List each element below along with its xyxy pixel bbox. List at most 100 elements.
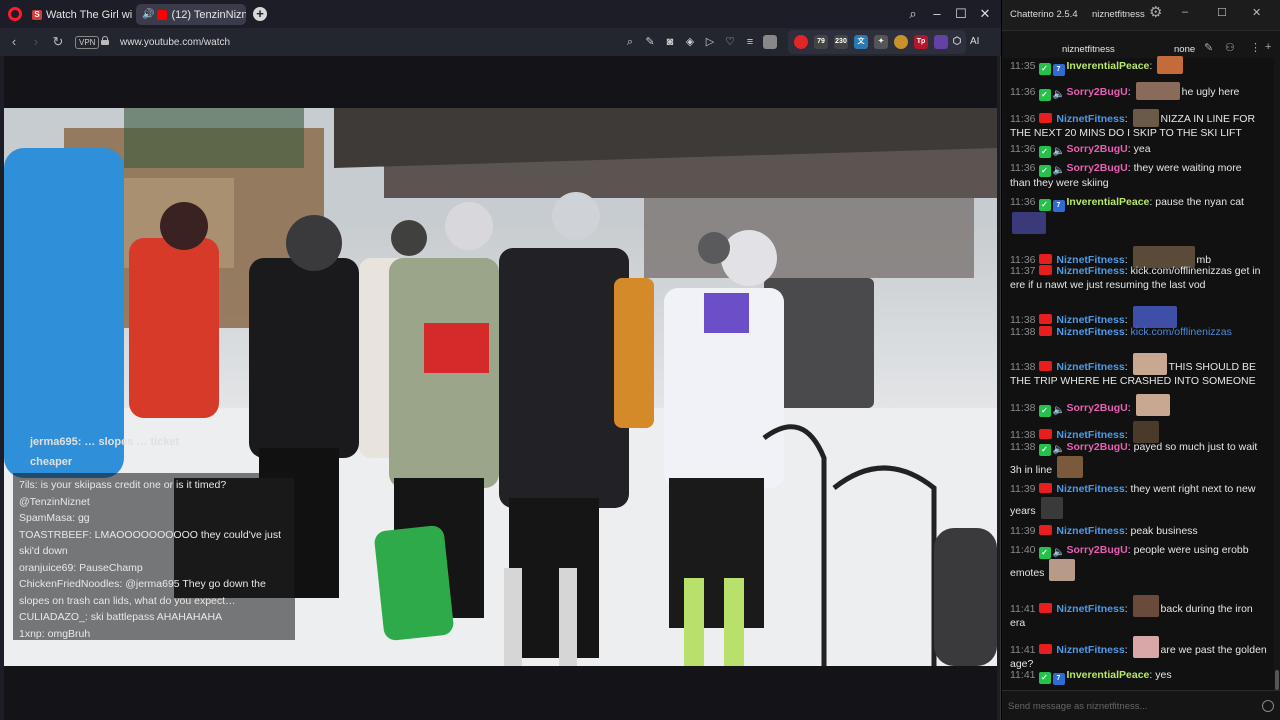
menu-icon[interactable]: ≡ [743, 35, 757, 49]
chat-message[interactable]: 11:39 NiznetFitness: they went right nex… [1010, 483, 1272, 519]
ai-button[interactable]: AI [970, 36, 979, 47]
chat-message[interactable]: 11:38 NiznetFitness: THIS SHOULD BE THE T… [1010, 353, 1272, 389]
account-switcher[interactable]: niznetfitness [1092, 9, 1145, 20]
tp-icon[interactable]: Tp [914, 35, 928, 49]
username[interactable]: Sorry2BugU [1067, 86, 1128, 98]
tab-label: Watch The Girl with the D [46, 8, 132, 21]
username[interactable]: NiznetFitness [1056, 314, 1124, 326]
message-text: NIZZA IN LINE FOR [1160, 113, 1256, 125]
chat-message[interactable]: 11:38 NiznetFitness: [1010, 306, 1272, 328]
url-field[interactable]: www.youtube.com/watch [120, 37, 230, 48]
chat-message[interactable]: 11:38 ✓ 🔈 Sorry2BugU: [1010, 394, 1272, 417]
heart-icon[interactable]: ♡ [723, 35, 737, 49]
edit-icon[interactable]: ✎ [1204, 41, 1213, 54]
vpn-badge[interactable]: VPN [75, 36, 100, 49]
youtube-badge-icon [1038, 265, 1052, 275]
gear-icon[interactable]: ⚙ [1149, 5, 1165, 21]
profile-icon[interactable] [763, 35, 777, 49]
username[interactable]: NiznetFitness [1056, 603, 1124, 615]
minimize-button[interactable]: – [929, 6, 945, 21]
chat-message-list[interactable]: 11:35 ✓ 7 InverentialPeace: 11:36 ✓ 🔈 Sorry2Bu… [1002, 56, 1274, 690]
close-button[interactable]: ✕ [1252, 6, 1261, 19]
channel-name[interactable]: niznetfitness [1062, 44, 1115, 55]
message-text-continued: THE TRIP WHERE HE CRASHED INTO SOMEONE [1010, 375, 1256, 387]
zoom-icon[interactable]: ⌕ [623, 35, 637, 49]
username[interactable]: NiznetFitness [1056, 525, 1124, 537]
maximize-button[interactable]: ☐ [953, 6, 969, 22]
search-tabs-icon[interactable]: ⌕ [905, 6, 921, 22]
youtube-favicon-icon [157, 9, 168, 20]
puzzle-icon[interactable]: ✦ [874, 35, 888, 49]
video-player[interactable]: jerma695: … slopes … ticket cheaper 7ils… [4, 108, 997, 666]
message-link[interactable]: kick.com/offlinenizzas [1131, 326, 1232, 338]
username[interactable]: NiznetFitness [1056, 361, 1124, 373]
extension-badge-230[interactable]: 230 [834, 35, 848, 49]
coin-icon[interactable] [894, 35, 908, 49]
extension-badge-79[interactable]: 79 [814, 35, 828, 49]
chat-message[interactable]: 11:36 NiznetFitness: NIZZA IN LINE FOR TH… [1010, 109, 1272, 141]
youtube-badge-icon [1038, 326, 1052, 336]
cube-icon[interactable]: ⬡ [950, 35, 964, 49]
username[interactable]: Sorry2BugU [1067, 143, 1128, 155]
new-tab-button[interactable]: + [253, 7, 267, 21]
username[interactable]: Sorry2BugU [1067, 441, 1128, 453]
chat-input[interactable]: Send message as niznetfitness... [1002, 690, 1280, 720]
adblock-icon[interactable] [794, 35, 808, 49]
chat-message[interactable]: 11:38 ✓ 🔈 Sorry2BugU: payed so much just to… [1010, 441, 1272, 478]
username[interactable]: InverentialPeace [1067, 669, 1150, 681]
minimize-button[interactable]: – [1182, 6, 1188, 18]
timestamp: 11:38 [1010, 441, 1036, 453]
chat-message[interactable]: 11:39 NiznetFitness: peak business [1010, 525, 1272, 539]
chat-message[interactable]: 11:36 ✓ 7 InverentialPeace: pause the nyan … [1010, 196, 1272, 234]
tab-youtube-active[interactable]: 🔊 (12) TenzinNiznet 2024 [136, 4, 246, 25]
chat-message[interactable]: 11:41 NiznetFitness: are we past the gol… [1010, 636, 1272, 672]
twitch-icon[interactable] [934, 35, 948, 49]
username[interactable]: InverentialPeace [1067, 196, 1150, 208]
add-split-icon[interactable]: + [1265, 41, 1271, 53]
overlay-chat-line: CULIADAZO_: ski battlepass AHAHAHAHA [19, 611, 223, 623]
back-button[interactable]: ‹ [6, 34, 22, 49]
username[interactable]: NiznetFitness [1056, 326, 1124, 338]
close-button[interactable]: ✕ [977, 6, 993, 22]
chat-scrollbar[interactable] [1274, 58, 1280, 690]
scrollbar-thumb[interactable] [1275, 670, 1279, 690]
chat-message[interactable]: 11:41 ✓ 7 InverentialPeace: yes [1010, 669, 1272, 685]
username[interactable]: Sorry2BugU [1067, 544, 1128, 556]
speaker-icon[interactable]: 🔊 [142, 9, 154, 20]
username[interactable]: NiznetFitness [1056, 644, 1124, 656]
chat-message[interactable]: 11:35 ✓ 7 InverentialPeace: [1010, 56, 1272, 76]
shield-icon[interactable]: ◈ [683, 35, 697, 49]
opera-logo-icon[interactable] [8, 7, 22, 21]
camera-icon[interactable]: ◙ [663, 35, 677, 49]
mode-indicator[interactable]: none [1174, 44, 1195, 55]
username[interactable]: Sorry2BugU [1067, 162, 1128, 174]
split-header: niznetfitness none ✎ ⚇ ⋮ + [1002, 30, 1280, 58]
forward-button[interactable]: › [28, 34, 44, 49]
username[interactable]: Sorry2BugU [1067, 402, 1128, 414]
username[interactable]: InverentialPeace [1067, 60, 1150, 72]
play-icon[interactable]: ▷ [703, 35, 717, 49]
username[interactable]: NiznetFitness [1056, 429, 1124, 441]
more-options-icon[interactable]: ⋮ [1250, 41, 1261, 54]
chat-message[interactable]: 11:41 NiznetFitness: back during the iro… [1010, 595, 1272, 631]
reload-button[interactable]: ↻ [50, 34, 66, 50]
maximize-button[interactable]: ☐ [1217, 6, 1227, 19]
chat-message[interactable]: 11:38 NiznetFitness: [1010, 421, 1272, 443]
input-placeholder: Send message as niznetfitness... [1008, 701, 1148, 712]
chat-message[interactable]: 11:37 NiznetFitness: kick.com/offlineniz… [1010, 265, 1272, 292]
username[interactable]: NiznetFitness [1056, 265, 1124, 277]
tab-first[interactable]: S Watch The Girl with the D [26, 4, 132, 25]
chat-message[interactable]: 11:38 NiznetFitness: kick.com/offlineniz… [1010, 326, 1272, 340]
chat-message[interactable]: 11:36 ✓ 🔈 Sorry2BugU: he ugly here [1010, 82, 1272, 101]
chat-message[interactable]: 11:40 ✓ 🔈 Sorry2BugU: people were using ero… [1010, 544, 1272, 581]
chat-message[interactable]: 11:36 ✓ 🔈 Sorry2BugU: yea [1010, 143, 1272, 158]
users-icon[interactable]: ⚇ [1225, 41, 1235, 54]
translate-icon[interactable]: 文 [854, 35, 868, 49]
lock-icon[interactable] [101, 36, 109, 45]
edit-icon[interactable]: ✎ [643, 35, 657, 49]
username[interactable]: NiznetFitness [1056, 113, 1124, 125]
emote-picker-icon[interactable] [1262, 700, 1274, 712]
chat-message[interactable]: 11:36 ✓ 🔈 Sorry2BugU: they were waiting mor… [1010, 162, 1272, 191]
timestamp: 11:41 [1010, 669, 1036, 681]
username[interactable]: NiznetFitness [1056, 483, 1124, 495]
